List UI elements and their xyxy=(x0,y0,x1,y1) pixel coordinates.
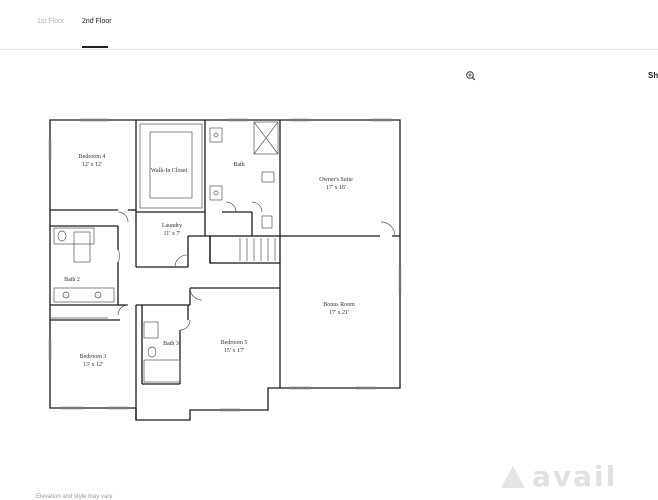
avail-logo-icon xyxy=(501,466,525,488)
room-size-laundry: 11' x 7' xyxy=(164,231,181,237)
room-size-bedroom4: 12' x 12' xyxy=(82,162,102,168)
room-name-bath3: Bath 3 xyxy=(163,341,179,347)
room-name-bedroom4: Bedroom 4 xyxy=(79,154,106,160)
room-size-bedroom3: 13' x 12' xyxy=(83,362,103,368)
room-name-bath2: Bath 2 xyxy=(64,277,80,283)
room-name-bedroom3: Bedroom 3 xyxy=(80,354,107,360)
watermark-text: avail xyxy=(532,460,618,493)
room-size-bonus-room: 17' x 21' xyxy=(329,310,349,316)
avail-watermark: avail xyxy=(496,456,658,500)
floor-plan[interactable]: Bedroom 4 12' x 12' Walk-In Closet Bath … xyxy=(0,0,658,500)
room-name-bonus-room: Bonus Room xyxy=(323,302,355,308)
room-name-bedroom5: Bedroom 5 xyxy=(221,340,248,346)
room-name-laundry: Laundry xyxy=(162,223,182,229)
footer-note: Elevation and style may vary xyxy=(36,494,113,500)
room-size-bedroom5: 15' x 17' xyxy=(224,348,244,354)
room-size-owners-suite: 17' x 16' xyxy=(326,185,346,191)
room-name-walk-in-closet: Walk-In Closet xyxy=(151,168,188,174)
plan-walls xyxy=(49,119,401,421)
room-name-bath: Bath xyxy=(233,162,244,168)
room-name-owners-suite: Owner's Suite xyxy=(319,177,353,183)
